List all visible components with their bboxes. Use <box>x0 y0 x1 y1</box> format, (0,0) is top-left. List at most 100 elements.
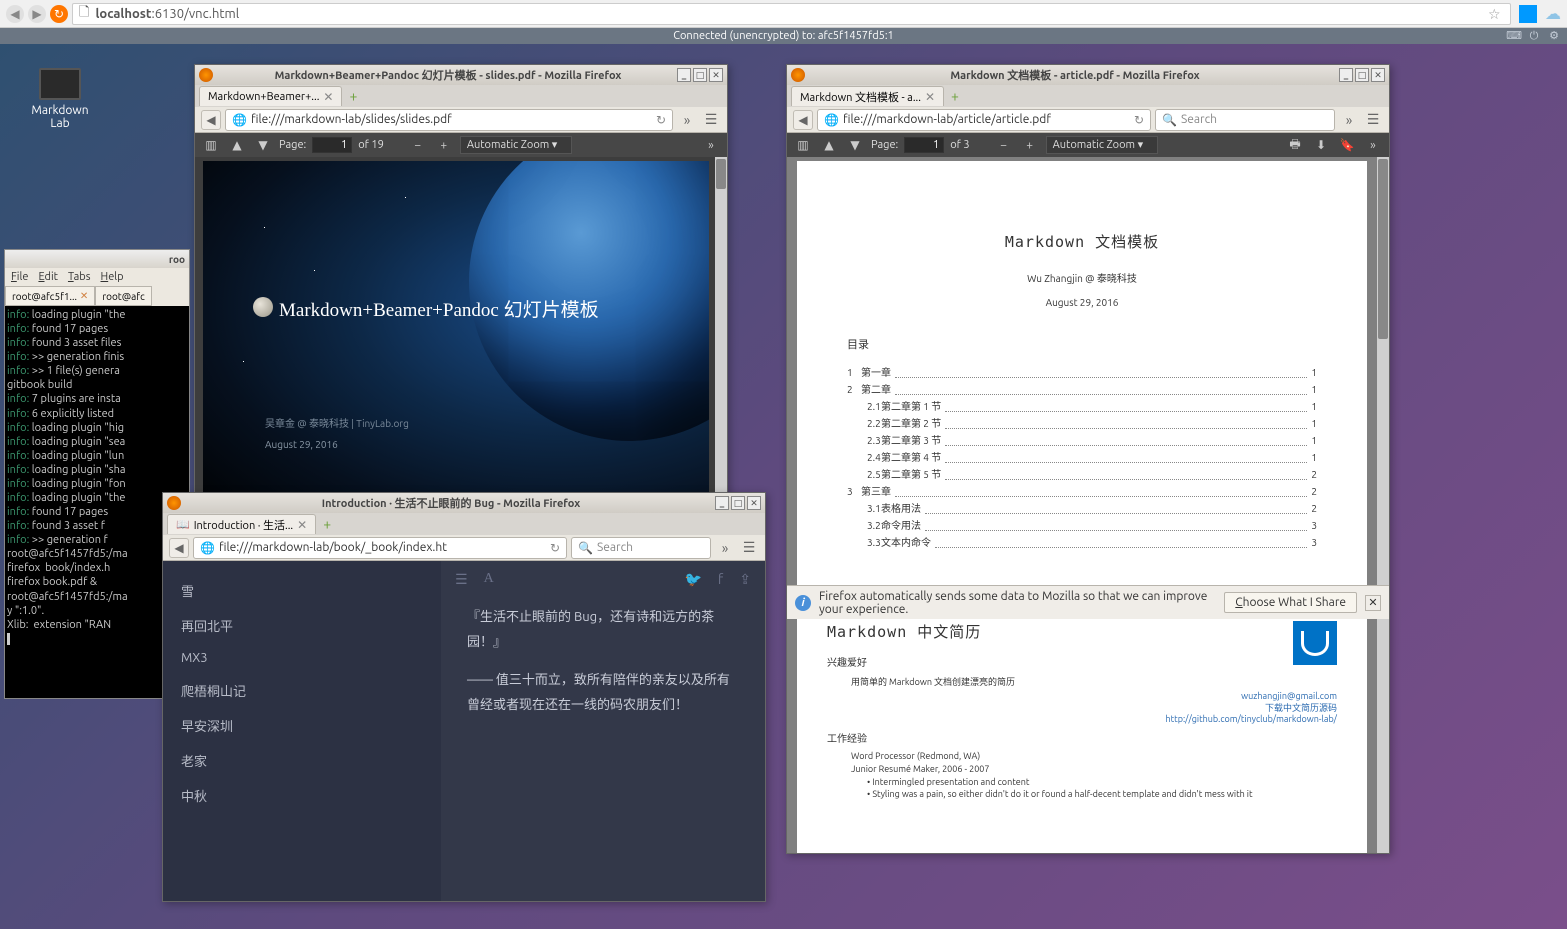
reload-icon[interactable]: ↻ <box>656 113 666 127</box>
sidebar-item[interactable]: 再回北平 <box>163 608 441 643</box>
choose-share-button[interactable]: Choose What I Share <box>1224 592 1357 613</box>
back-button[interactable]: ◀ <box>201 110 221 130</box>
maximize-button[interactable]: □ <box>693 68 707 82</box>
pdf-tools-icon[interactable]: » <box>701 136 721 154</box>
search-bar[interactable]: 🔍 Search <box>571 537 711 559</box>
window-titlebar[interactable]: Markdown 文档模板 - article.pdf - Mozilla Fi… <box>787 65 1389 85</box>
minimize-button[interactable]: _ <box>677 68 691 82</box>
terminal-titlebar[interactable]: roo <box>5 250 189 268</box>
page-up-icon[interactable]: ▲ <box>819 136 839 154</box>
pdf-viewport[interactable]: Markdown 文档模板 Wu Zhangjin @ 泰晓科技 August … <box>787 157 1389 853</box>
new-tab-button[interactable]: + <box>946 88 964 104</box>
url-bar[interactable]: 🌐 file:///markdown-lab/article/article.p… <box>817 109 1151 131</box>
resume-link[interactable]: wuzhangjin@gmail.com <box>827 691 1337 701</box>
tab-close-icon[interactable]: ✕ <box>323 90 333 104</box>
reload-icon[interactable]: ↻ <box>550 541 560 555</box>
share-icon[interactable]: ⇪ <box>739 571 751 588</box>
bookmark-star-icon[interactable]: ☆ <box>1488 6 1504 22</box>
sidebar-item[interactable]: 雪 <box>163 573 441 608</box>
minimize-button[interactable]: _ <box>715 496 729 510</box>
browser-tab[interactable]: 📖 Introduction · 生活... ✕ <box>167 514 316 534</box>
chrome-url-bar[interactable]: 🗋 localhost:6130/vnc.html ☆ <box>72 3 1511 25</box>
menu-button[interactable]: ☰ <box>701 110 721 130</box>
facebook-icon[interactable]: f <box>718 571 723 587</box>
page-number-input[interactable] <box>312 137 352 153</box>
vnc-settings-icon[interactable]: ⚙ <box>1547 29 1561 43</box>
menu-help[interactable]: Help <box>101 271 124 283</box>
tab-close-icon[interactable]: ✕ <box>80 290 88 302</box>
zoom-select[interactable]: Automatic Zoom ▾ <box>460 136 572 154</box>
vnc-keyboard-icon[interactable]: ⌨ <box>1507 29 1521 43</box>
zoom-in-icon[interactable]: + <box>1020 136 1040 154</box>
tab-close-icon[interactable]: ✕ <box>925 90 935 104</box>
scrollbar[interactable] <box>1377 157 1389 853</box>
page-number-input[interactable] <box>904 137 944 153</box>
vnc-power-icon[interactable]: ⏻ <box>1527 29 1541 43</box>
sidebar-item[interactable]: MX3 <box>163 643 441 673</box>
overflow-button[interactable]: » <box>677 110 697 130</box>
browser-tab[interactable]: Markdown+Beamer+... ✕ <box>199 86 342 106</box>
chrome-extension-icon[interactable] <box>1519 5 1537 23</box>
search-bar[interactable]: 🔍 Search <box>1155 109 1335 131</box>
desktop-icon-label2: Lab <box>20 117 100 130</box>
zoom-out-icon[interactable]: − <box>408 136 428 154</box>
vnc-status-text: Connected (unencrypted) to: afc5f1457fd5… <box>673 30 894 42</box>
font-icon[interactable]: A <box>484 571 494 587</box>
chrome-reload-button[interactable]: ↻ <box>50 5 68 23</box>
bookmark-icon[interactable]: 🔖 <box>1337 136 1357 154</box>
window-titlebar[interactable]: Introduction · 生活不止眼前的 Bug - Mozilla Fir… <box>163 493 765 513</box>
menu-tabs[interactable]: Tabs <box>68 271 91 283</box>
sidebar-item[interactable]: 老家 <box>163 743 441 778</box>
download-icon[interactable]: ⬇ <box>1311 136 1331 154</box>
twitter-icon[interactable]: 🐦 <box>684 571 701 588</box>
chrome-cloud-icon[interactable]: ☁ <box>1545 4 1561 23</box>
close-button[interactable]: ✕ <box>747 496 761 510</box>
desktop-icon-markdown-lab[interactable]: Markdown Lab <box>20 68 100 130</box>
sidebar-item[interactable]: 中秋 <box>163 778 441 813</box>
menu-edit[interactable]: Edit <box>38 271 58 283</box>
page-up-icon[interactable]: ▲ <box>227 136 247 154</box>
menu-button[interactable]: ☰ <box>1363 110 1383 130</box>
notification-close-icon[interactable]: ✕ <box>1365 595 1381 611</box>
back-button[interactable]: ◀ <box>169 538 189 558</box>
page-down-icon[interactable]: ▼ <box>253 136 273 154</box>
pdf-viewport[interactable]: Markdown+Beamer+Pandoc 幻灯片模板 吴章金 @ 泰晓科技 … <box>195 157 727 533</box>
new-tab-button[interactable]: + <box>344 88 362 104</box>
content-paragraph: 『生活不止眼前的 Bug，还有诗和远方的茶园！』 <box>467 605 739 654</box>
print-icon[interactable]: 🖶 <box>1285 136 1305 154</box>
menu-button[interactable]: ☰ <box>739 538 759 558</box>
sidebar-toggle-icon[interactable]: ▥ <box>793 136 813 154</box>
close-button[interactable]: ✕ <box>709 68 723 82</box>
page-down-icon[interactable]: ▼ <box>845 136 865 154</box>
scrollbar[interactable] <box>715 157 727 533</box>
window-titlebar[interactable]: Markdown+Beamer+Pandoc 幻灯片模板 - slides.pd… <box>195 65 727 85</box>
minimize-button[interactable]: _ <box>1339 68 1353 82</box>
reload-icon[interactable]: ↻ <box>1134 113 1144 127</box>
zoom-out-icon[interactable]: − <box>994 136 1014 154</box>
pdf-tools-icon[interactable]: » <box>1363 136 1383 154</box>
hamburger-icon[interactable]: ☰ <box>455 571 468 588</box>
overflow-button[interactable]: » <box>1339 110 1359 130</box>
terminal-tab-2[interactable]: root@afc <box>95 286 151 306</box>
zoom-select[interactable]: Automatic Zoom ▾ <box>1046 136 1158 154</box>
zoom-in-icon[interactable]: + <box>434 136 454 154</box>
sidebar-toggle-icon[interactable]: ▥ <box>201 136 221 154</box>
sidebar-item[interactable]: 早安深圳 <box>163 708 441 743</box>
resume-link[interactable]: http://github.com/tinyclub/markdown-lab/ <box>827 714 1337 724</box>
back-button[interactable]: ◀ <box>793 110 813 130</box>
resume-link[interactable]: 下载中文简历源码 <box>827 701 1337 714</box>
sidebar-item[interactable]: 爬梧桐山记 <box>163 673 441 708</box>
url-bar[interactable]: 🌐 file:///markdown-lab/book/_book/index.… <box>193 537 567 559</box>
maximize-button[interactable]: □ <box>1355 68 1369 82</box>
tab-close-icon[interactable]: ✕ <box>297 518 307 532</box>
chrome-back-button[interactable]: ◀ <box>6 5 24 23</box>
chrome-forward-button[interactable]: ▶ <box>28 5 46 23</box>
terminal-tab-1[interactable]: root@afc5f1...✕ <box>5 286 95 306</box>
maximize-button[interactable]: □ <box>731 496 745 510</box>
new-tab-button[interactable]: + <box>318 516 336 532</box>
menu-file[interactable]: File <box>11 271 28 283</box>
browser-tab[interactable]: Markdown 文档模板 - a... ✕ <box>791 86 944 106</box>
url-bar[interactable]: 🌐 file:///markdown-lab/slides/slides.pdf… <box>225 109 673 131</box>
overflow-button[interactable]: » <box>715 538 735 558</box>
close-button[interactable]: ✕ <box>1371 68 1385 82</box>
